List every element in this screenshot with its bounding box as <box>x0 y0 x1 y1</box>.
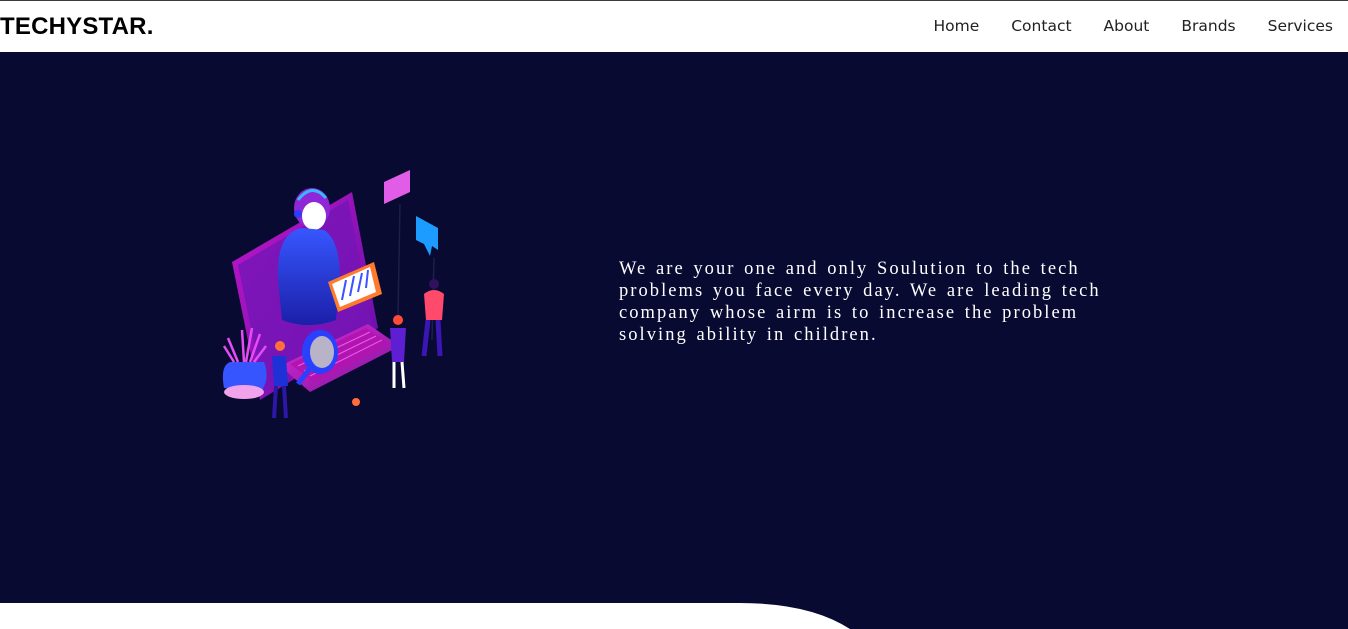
nav-link-home[interactable]: Home <box>917 17 995 35</box>
navbar: TECHYSTAR. Home Contact About Brands Ser… <box>0 0 1348 52</box>
nav-link-about[interactable]: About <box>1088 17 1166 35</box>
nav-menu: Home Contact About Brands Services <box>917 17 1348 35</box>
wave-divider <box>0 603 850 629</box>
tech-support-illustration <box>222 170 444 419</box>
nav-link-contact[interactable]: Contact <box>995 17 1087 35</box>
nav-link-brands[interactable]: Brands <box>1165 17 1251 35</box>
nav-link-services[interactable]: Services <box>1252 17 1348 35</box>
hero-description: We are your one and only Soulution to th… <box>619 259 1101 345</box>
hero-section: We are your one and only Soulution to th… <box>0 52 1348 629</box>
brand-logo[interactable]: TECHYSTAR. <box>0 13 154 41</box>
